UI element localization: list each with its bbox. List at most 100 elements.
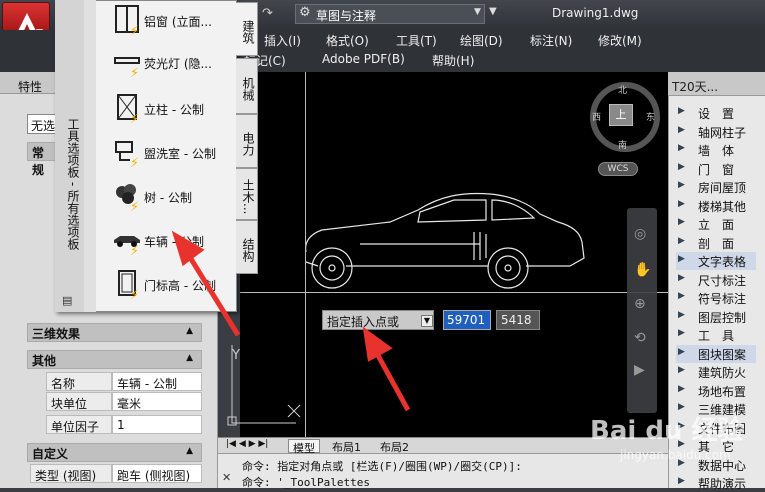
palette-scrollbar[interactable] — [84, 0, 96, 312]
tab-layout2[interactable]: 布局2 — [376, 439, 413, 454]
options-down-icon[interactable]: ▼ — [421, 315, 433, 327]
command-line[interactable]: 命令: 指定对角点或 [栏选(F)/圈围(WP)/圈交(CP)]: 命令: '_… — [218, 453, 668, 489]
viewcube-face[interactable]: 上 — [609, 104, 633, 126]
menu-format[interactable]: 格式(O) — [326, 32, 369, 49]
menu-dimension[interactable]: 标注(N) — [530, 32, 572, 49]
t20-menu-item-label: 文字表格 — [698, 255, 747, 269]
expand-triangle-icon: ▶ — [678, 180, 685, 190]
t20-menu-item-label: 楼梯其他 — [698, 199, 747, 214]
t20-menu-item[interactable]: ▶ 楼梯其他 — [676, 197, 756, 215]
menu-modify[interactable]: 修改(M) — [598, 32, 642, 49]
palette-tab-mechanical[interactable]: 机械 — [236, 58, 258, 114]
tab-layout1[interactable]: 布局1 — [328, 439, 365, 454]
t20-menu-item[interactable]: ▶ 轴网柱子 — [676, 123, 756, 141]
palette-item-aluminum-window[interactable]: ⚡ 铝窗 (立面... — [100, 4, 232, 40]
showmotion-icon[interactable]: ▶ — [634, 362, 645, 378]
t20-menu-item[interactable]: ▶ 尺寸标注 — [676, 271, 756, 289]
t20-menu-item-label: 符号标注 — [698, 292, 747, 306]
properties-title: 特性 — [18, 80, 43, 94]
close-icon[interactable]: ✕ — [222, 471, 231, 484]
t20-menu-item-label: 帮助演示 — [698, 477, 747, 491]
viewcube-west[interactable]: 西 — [592, 110, 601, 123]
section-3d-effects[interactable]: 三维效果 ▲ — [27, 323, 202, 342]
crosshair-vertical — [305, 72, 306, 437]
section-label: 其他 — [32, 354, 57, 368]
tab-model[interactable]: 模型 — [288, 439, 320, 455]
palette-tab-architecture[interactable]: 建筑 — [236, 2, 258, 56]
expand-triangle-icon: ▶ — [678, 161, 685, 172]
menu-draw[interactable]: 绘图(D) — [460, 32, 503, 49]
t20-menu-item[interactable]: ▶ 帮助演示 — [676, 474, 756, 492]
t20-menu-item[interactable]: ▶ 场地布置 — [676, 382, 756, 400]
quick-access-more-icon[interactable]: ▼ — [489, 6, 497, 17]
document-title: Drawing1.dwg — [552, 6, 639, 20]
palette-item-column[interactable]: ⚡ 立柱 - 公制 — [100, 92, 232, 128]
t20-menu-item[interactable]: ▶ 门 窗 — [676, 160, 756, 178]
t20-menu-item-label: 房间屋顶 — [698, 181, 747, 195]
t20-menu-item-label: 立 面 — [698, 218, 735, 232]
expand-triangle-icon: ▶ — [678, 291, 685, 301]
lightning-icon: ⚡ — [130, 112, 140, 127]
palette-item-washroom[interactable]: ⚡ 盥洗室 - 公制 — [100, 136, 232, 172]
chevron-up-icon: ▲ — [186, 446, 193, 456]
viewcube-south[interactable]: 南 — [618, 138, 627, 151]
t20-menu-item[interactable]: ▶ 工 具 — [676, 326, 756, 344]
baidu-watermark: Bai du 经验 — [590, 416, 744, 446]
palette-item-fluorescent-light[interactable]: ⚡ 荧光灯 (隐... — [100, 46, 232, 82]
pan-icon[interactable]: ✋ — [634, 262, 651, 278]
menu-adobe-pdf[interactable]: Adobe PDF(B) — [322, 52, 405, 66]
redo-icon[interactable]: ↷ — [262, 6, 273, 21]
dynamic-input-x[interactable]: 59701 — [443, 310, 491, 330]
viewcube-east[interactable]: 东 — [646, 110, 655, 123]
section-label: 自定义 — [32, 447, 69, 461]
prop-value[interactable]: 车辆 - 公制 — [112, 372, 202, 391]
t20-menu-item[interactable]: ▶ 剖 面 — [676, 234, 756, 252]
t20-menu-item[interactable]: ▶ 建筑防火 — [676, 363, 756, 381]
wcs-button[interactable]: WCS — [598, 162, 638, 176]
expand-triangle-icon: ▶ — [678, 272, 685, 283]
prop-key: 名称 — [46, 372, 112, 391]
prop-value[interactable]: 毫米 — [112, 392, 202, 411]
t20-menu-item-label: 建筑防火 — [698, 366, 747, 380]
palette-item-tree[interactable]: ⚡ 树 - 公制 — [100, 180, 232, 216]
viewcube-north[interactable]: 北 — [618, 83, 627, 96]
steering-wheel-icon[interactable]: ◎ — [634, 226, 646, 242]
zoom-icon[interactable]: ⊕ — [634, 296, 646, 312]
expand-triangle-icon: ▶ — [678, 143, 685, 153]
t20-menu-item[interactable]: ▶ 符号标注 — [676, 289, 756, 307]
palette-tab-civil[interactable]: 土木... — [236, 168, 258, 220]
palette-tab-structural[interactable]: 结构 — [236, 220, 258, 274]
section-misc[interactable]: 其他 ▲ — [27, 350, 202, 369]
section-custom[interactable]: 自定义 ▲ — [27, 443, 202, 462]
t20-menu-item[interactable]: ▶ 图块图案 — [676, 344, 756, 363]
palette-tab-electrical[interactable]: 电力 — [236, 114, 258, 168]
chevron-down-icon[interactable]: ▼ — [474, 7, 481, 17]
expand-triangle-icon: ▶ — [678, 476, 685, 486]
t20-menu-item[interactable]: ▶ 设 置 — [676, 104, 756, 122]
t20-menu-item[interactable]: ▶ 图层控制 — [676, 308, 756, 326]
menu-help[interactable]: 帮助(H) — [432, 52, 474, 69]
t20-menu-item[interactable]: ▶ 房间屋顶 — [676, 178, 756, 196]
t20-menu-item[interactable]: ▶ 立 面 — [676, 215, 756, 233]
prop-value[interactable]: 跑车 (侧视图) — [112, 464, 202, 483]
t20-menu-item[interactable]: ▶ 墙 体 — [676, 141, 756, 159]
palette-properties-icon[interactable]: ▤ — [62, 294, 72, 307]
t20-menu-item[interactable]: ▶ 文字表格 — [676, 252, 756, 270]
prop-value[interactable]: 1 — [112, 415, 202, 434]
chevron-up-icon: ▲ — [186, 326, 193, 336]
t20-title: T20天... — [672, 80, 719, 94]
t20-menu-item-label: 墙 体 — [698, 144, 735, 158]
orbit-icon[interactable]: ⟲ — [634, 330, 646, 346]
t20-menu-item-label: 图块图案 — [698, 347, 747, 362]
palette-item-door-elevation[interactable]: ⚡ 门标高 - 公制 — [100, 268, 232, 304]
menu-insert[interactable]: 插入(I) — [264, 32, 301, 49]
menu-tools[interactable]: 工具(T) — [396, 32, 437, 49]
palette-item-label: 盥洗室 - 公制 — [144, 147, 216, 161]
dynamic-input-y[interactable]: 5418 — [496, 310, 540, 330]
expand-triangle-icon: ▶ — [678, 309, 685, 320]
palette-item-vehicle[interactable]: ⚡ 车辆 - 公制 — [100, 224, 232, 260]
section-general[interactable]: 常规 — [27, 142, 57, 177]
lightning-icon: ⚡ — [130, 200, 140, 215]
tab-nav-arrows-icon[interactable]: |◀ ◀ ▶ ▶| — [222, 439, 272, 453]
workspace-select[interactable]: 草图与注释 — [295, 4, 485, 24]
